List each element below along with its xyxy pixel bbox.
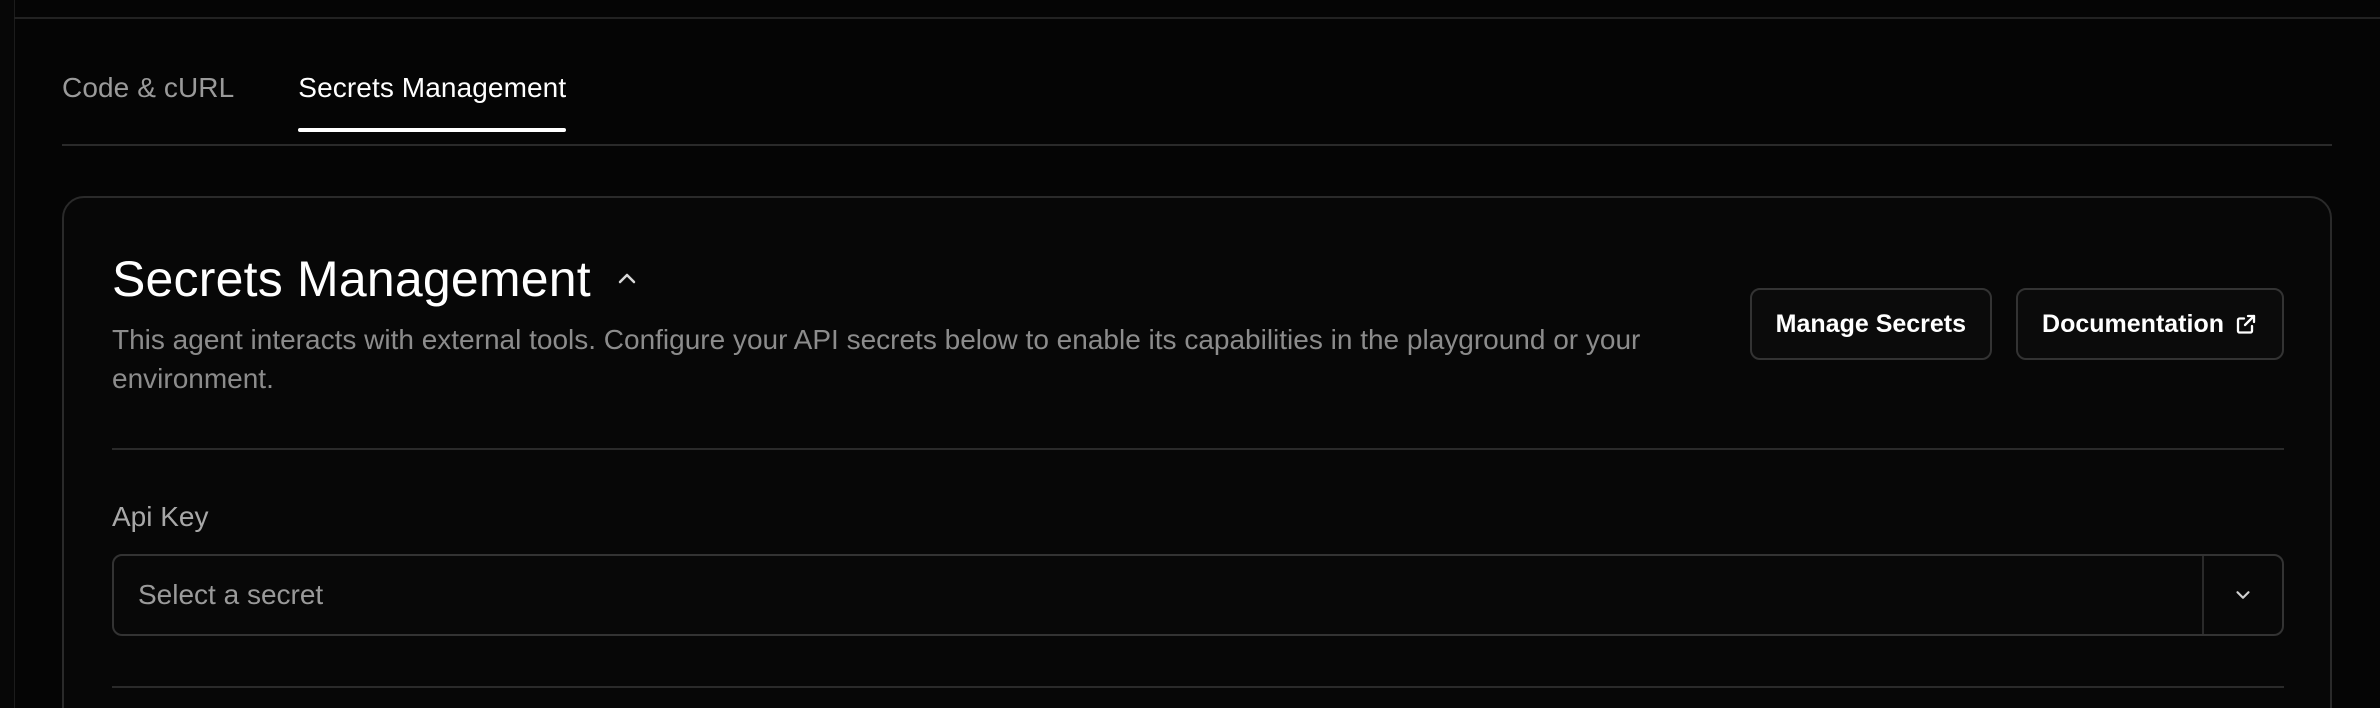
card-description: This agent interacts with external tools… — [112, 324, 1641, 394]
card-header: Secrets Management This agent interacts … — [112, 250, 2284, 450]
field-divider — [112, 686, 2284, 688]
select-placeholder: Select a secret — [138, 579, 324, 610]
manage-secrets-label: Manage Secrets — [1775, 309, 1967, 338]
documentation-label: Documentation — [2042, 309, 2224, 338]
tab-secrets-management[interactable]: Secrets Management — [298, 62, 567, 132]
manage-secrets-button[interactable]: Manage Secrets — [1749, 288, 1993, 360]
chevron-up-icon — [618, 273, 636, 284]
external-link-icon — [2236, 314, 2256, 334]
header-actions: Manage Secrets Documentation — [1749, 288, 2284, 360]
documentation-button[interactable]: Documentation — [2016, 288, 2284, 360]
tab-bar: Code & cURL Secrets Management — [62, 62, 2332, 146]
left-panel-edge — [0, 0, 15, 708]
tab-code-curl[interactable]: Code & cURL — [62, 62, 234, 130]
api-key-field: Api Key Select a secret — [112, 500, 2284, 636]
secrets-page: Code & cURL Secrets Management Secrets M… — [0, 0, 2380, 708]
collapse-button[interactable] — [609, 261, 645, 297]
chevron-down-icon — [2236, 591, 2250, 599]
card-title: Secrets Management — [112, 251, 591, 307]
header-divider — [112, 448, 2284, 450]
api-key-select[interactable]: Select a secret — [112, 554, 2284, 636]
select-dropdown-toggle[interactable] — [2202, 556, 2282, 634]
top-divider — [14, 17, 2380, 19]
api-key-label: Api Key — [112, 501, 209, 532]
secrets-card: Secrets Management This agent interacts … — [62, 196, 2332, 708]
